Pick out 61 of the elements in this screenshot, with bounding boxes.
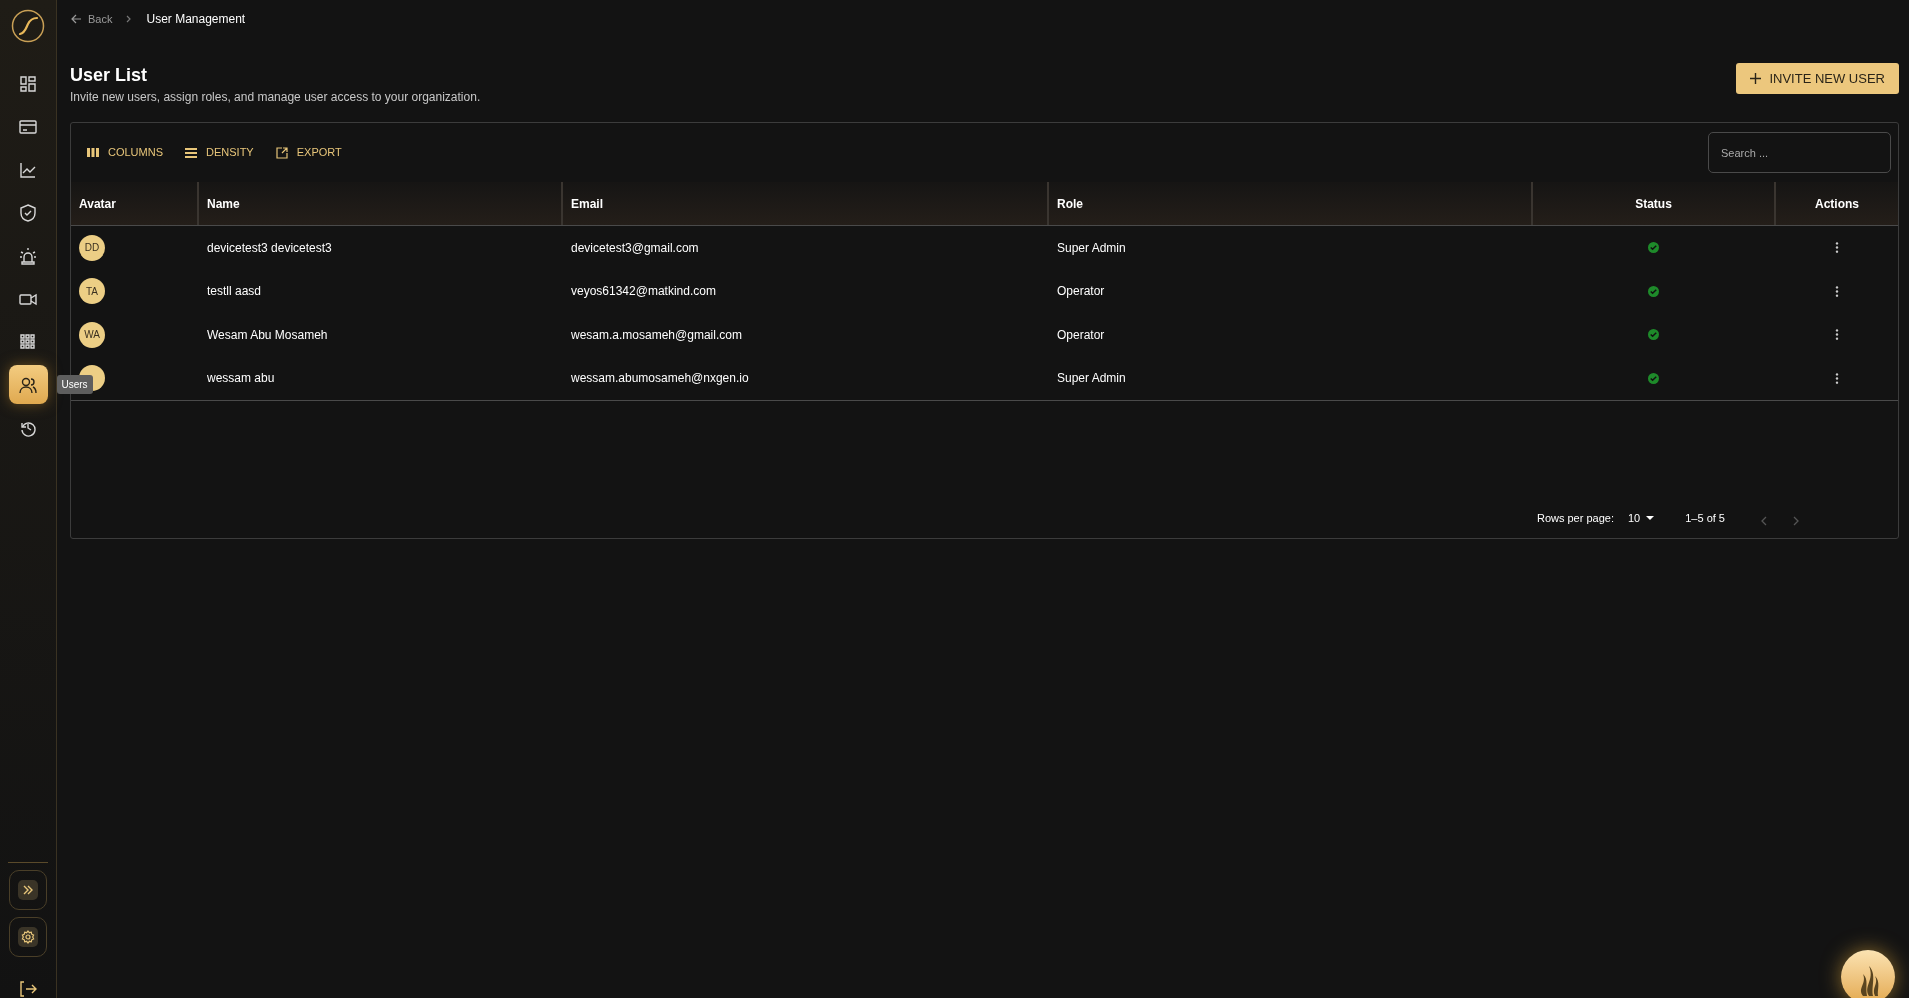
avatar: WA bbox=[79, 321, 105, 348]
grid-icon bbox=[19, 332, 37, 351]
table-cell-text: devicetest3@gmail.com bbox=[571, 239, 699, 257]
chevron-icon bbox=[126, 15, 133, 23]
density-icon bbox=[185, 147, 197, 158]
page-subtitle: Invite new users, assign roles, and manage user access to your organization. bbox=[70, 89, 481, 106]
table-cell-text: Wesam Abu Mosameh bbox=[207, 326, 328, 344]
table-cell-text: Super Admin bbox=[1057, 239, 1126, 257]
column-header[interactable]: Email bbox=[571, 194, 603, 213]
breadcrumb-current: User Management bbox=[146, 11, 246, 28]
table-cell-text: wessam.abumosameh@nxgen.io bbox=[571, 370, 749, 388]
logo-icon[interactable] bbox=[11, 9, 45, 43]
shield-check-icon bbox=[19, 203, 37, 222]
table-cell-text: testll aasd bbox=[207, 283, 262, 301]
settings-button[interactable] bbox=[9, 917, 47, 957]
double-chevron-icon bbox=[22, 884, 34, 896]
export-button[interactable]: EXPORT bbox=[275, 144, 342, 161]
export-icon bbox=[275, 146, 288, 159]
column-header[interactable]: Role bbox=[1057, 194, 1083, 213]
avatar: TA bbox=[79, 278, 105, 305]
rows-per-page-label: Rows per page: bbox=[1536, 510, 1614, 526]
table-cell-text: Operator bbox=[1057, 326, 1105, 344]
more-options-icon[interactable] bbox=[1835, 329, 1839, 341]
columns-button[interactable]: COLUMNS bbox=[87, 144, 163, 161]
back-link[interactable]: Back bbox=[71, 10, 113, 28]
alarm-light-icon bbox=[19, 246, 37, 265]
expand-button[interactable] bbox=[9, 870, 47, 910]
page-range: 1–5 of 5 bbox=[1685, 510, 1725, 526]
dashboard-icon bbox=[19, 74, 37, 93]
table-cell-text: Super Admin bbox=[1057, 370, 1126, 388]
settings-icon bbox=[21, 930, 35, 944]
users-icon bbox=[19, 375, 37, 394]
more-options-icon[interactable] bbox=[1835, 285, 1839, 297]
back-arrow-icon bbox=[71, 14, 82, 24]
density-button[interactable]: DENSITY bbox=[185, 144, 254, 161]
invite-user-button[interactable]: INVITE NEW USER bbox=[1736, 63, 1899, 94]
column-header[interactable]: Name bbox=[207, 194, 240, 213]
plus-icon bbox=[1750, 73, 1762, 84]
table-cell-text: wesam.a.mosameh@gmail.com bbox=[571, 326, 742, 344]
previous-page-icon[interactable] bbox=[1760, 516, 1767, 526]
columns-icon bbox=[87, 148, 99, 157]
avatar: DD bbox=[79, 234, 105, 261]
tooltip: Users bbox=[56, 375, 93, 394]
column-header[interactable]: Actions bbox=[1815, 194, 1859, 213]
page-title: User List bbox=[70, 64, 149, 86]
table-cell-text: wessam abu bbox=[207, 370, 275, 388]
table-cell-text: Operator bbox=[1057, 283, 1105, 301]
column-header[interactable]: Status bbox=[1635, 194, 1672, 213]
table-cell-text: devicetest3 devicetest3 bbox=[207, 239, 332, 257]
rows-per-page-select[interactable]: 10 bbox=[1628, 509, 1655, 526]
next-page-icon[interactable] bbox=[1793, 516, 1800, 526]
flame-chat-button[interactable] bbox=[1841, 950, 1895, 998]
line-chart-icon bbox=[19, 160, 37, 179]
search-field[interactable]: Search ... bbox=[1708, 132, 1891, 173]
more-options-icon[interactable] bbox=[1835, 372, 1839, 384]
card-icon bbox=[19, 117, 37, 136]
logout-icon[interactable] bbox=[19, 981, 37, 997]
column-header[interactable]: Avatar bbox=[79, 194, 116, 213]
dropdown-caret-icon bbox=[1646, 515, 1655, 520]
more-options-icon[interactable] bbox=[1835, 242, 1839, 254]
table-cell-text: veyos61342@matkind.com bbox=[571, 283, 716, 301]
